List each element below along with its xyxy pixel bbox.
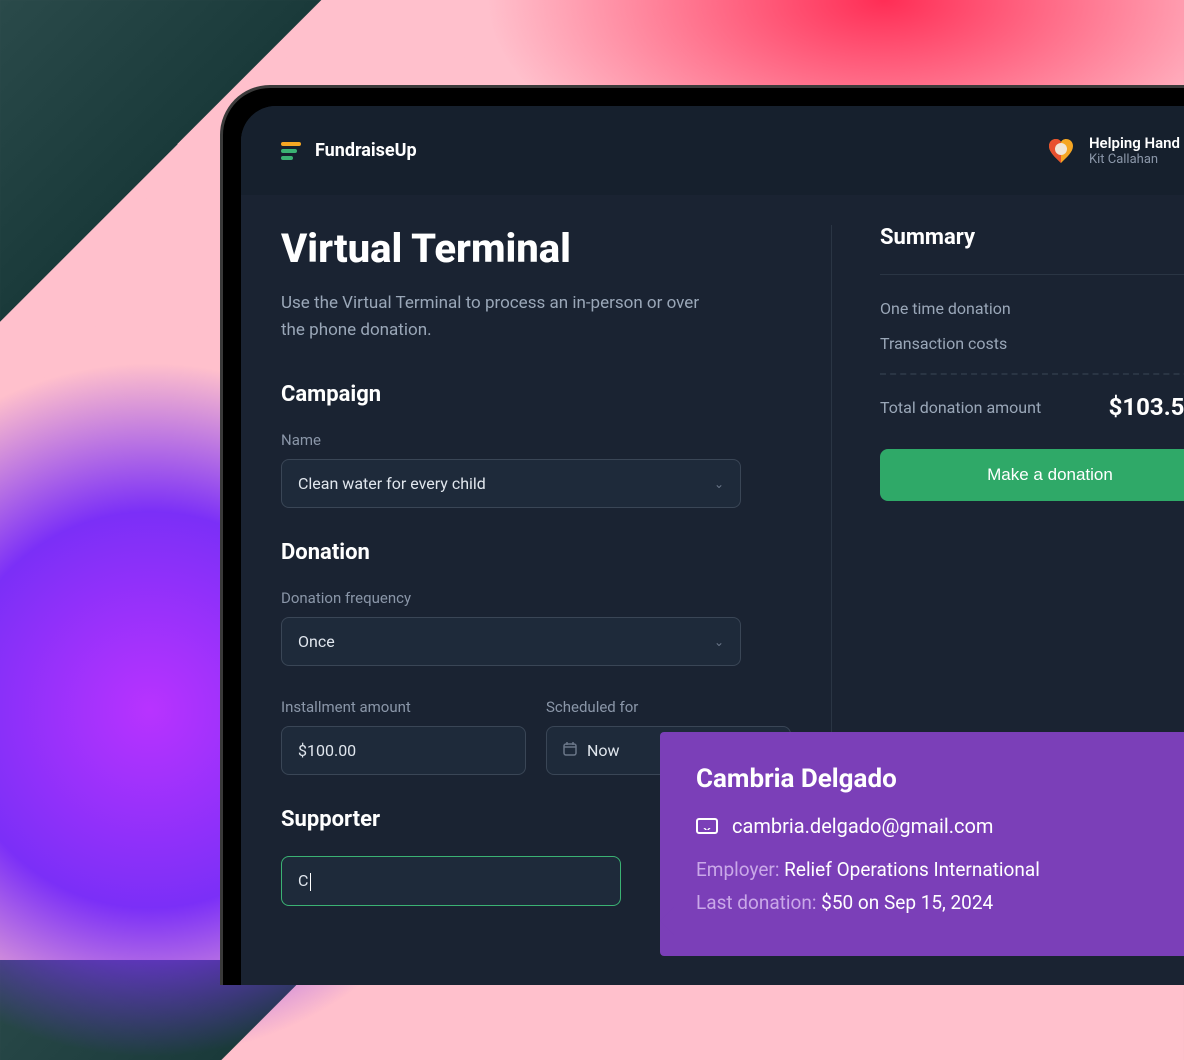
supporter-tooltip: Cambria Delgado cambria.delgado@gmail.co… bbox=[660, 732, 1184, 956]
tooltip-last-donation: Last donation: $50 on Sep 15, 2024 bbox=[696, 891, 1174, 914]
summary-tx-row: Transaction costs $3 bbox=[880, 326, 1184, 361]
employer-label: Employer: bbox=[696, 858, 779, 881]
tooltip-employer: Employer: Relief Operations Internationa… bbox=[696, 858, 1174, 881]
campaign-name-select[interactable]: Clean water for every child ⌄ bbox=[281, 459, 741, 508]
divider-dashed bbox=[880, 373, 1184, 375]
divider bbox=[880, 274, 1184, 275]
campaign-name-value: Clean water for every child bbox=[298, 474, 486, 493]
frequency-value: Once bbox=[298, 632, 335, 651]
topbar: FundraiseUp Helping Hand Kit Callahan bbox=[241, 106, 1184, 195]
scheduled-value: Now bbox=[587, 741, 620, 760]
last-label: Last donation: bbox=[696, 891, 816, 914]
tooltip-email: cambria.delgado@gmail.com bbox=[732, 814, 993, 838]
mail-icon bbox=[696, 818, 718, 834]
donation-heading: Donation bbox=[281, 540, 791, 565]
installment-value: $100.00 bbox=[298, 741, 356, 760]
org-user: Kit Callahan bbox=[1089, 152, 1180, 167]
brand-logo[interactable]: FundraiseUp bbox=[281, 139, 417, 163]
brand-name: FundraiseUp bbox=[315, 140, 417, 161]
page-subtitle: Use the Virtual Terminal to process an i… bbox=[281, 290, 721, 344]
page-title: Virtual Terminal bbox=[281, 225, 791, 272]
helping-hand-icon bbox=[1045, 135, 1077, 167]
last-value: $50 on Sep 15, 2024 bbox=[821, 891, 993, 914]
summary-heading: Summary bbox=[880, 225, 1184, 250]
make-donation-button[interactable]: Make a donation bbox=[880, 449, 1184, 501]
org-name: Helping Hand bbox=[1089, 134, 1180, 152]
logo-icon bbox=[281, 139, 305, 163]
scheduled-label: Scheduled for bbox=[546, 698, 791, 716]
org-switcher[interactable]: Helping Hand Kit Callahan bbox=[1045, 134, 1180, 167]
campaign-name-label: Name bbox=[281, 431, 791, 449]
supporter-search-value: C bbox=[298, 871, 308, 890]
frequency-select[interactable]: Once ⌄ bbox=[281, 617, 741, 666]
summary-one-time-row: One time donation $100 bbox=[880, 291, 1184, 326]
tx-label: Transaction costs bbox=[880, 334, 1007, 353]
one-time-label: One time donation bbox=[880, 299, 1011, 318]
calendar-icon bbox=[563, 742, 577, 760]
tooltip-name: Cambria Delgado bbox=[696, 764, 1174, 794]
installment-input[interactable]: $100.00 bbox=[281, 726, 526, 775]
chevron-down-icon: ⌄ bbox=[714, 635, 724, 649]
total-value: $103.50 U bbox=[1109, 393, 1184, 421]
chevron-down-icon: ⌄ bbox=[714, 477, 724, 491]
summary-total-row: Total donation amount $103.50 U bbox=[880, 393, 1184, 421]
frequency-label: Donation frequency bbox=[281, 589, 791, 607]
supporter-search-input[interactable]: C bbox=[281, 856, 621, 906]
tooltip-email-row: cambria.delgado@gmail.com bbox=[696, 814, 1174, 838]
installment-label: Installment amount bbox=[281, 698, 526, 716]
total-label: Total donation amount bbox=[880, 398, 1041, 417]
employer-value: Relief Operations International bbox=[784, 858, 1040, 881]
campaign-heading: Campaign bbox=[281, 382, 791, 407]
